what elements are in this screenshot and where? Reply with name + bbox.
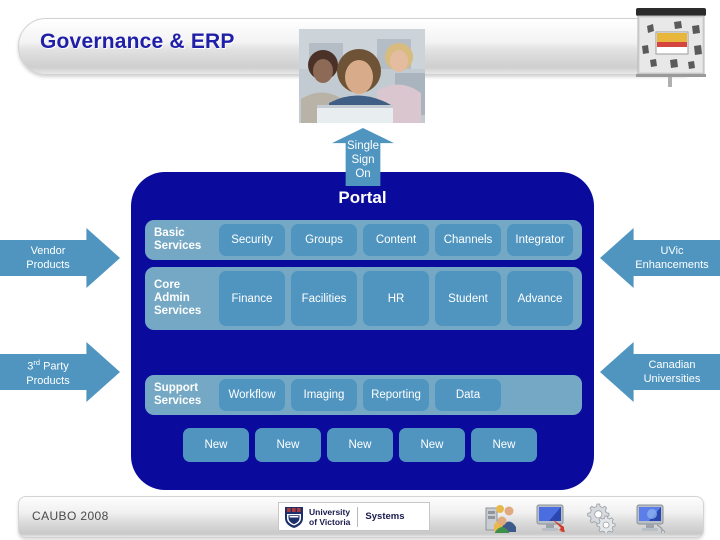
new-services-row: New New New New New <box>183 428 594 462</box>
projection-screen-icon <box>630 2 716 90</box>
portal-panel: Portal Basic Services Security Groups Co… <box>131 172 594 490</box>
arrow-vendor-products: Vendor Products <box>0 228 120 288</box>
chip-hr[interactable]: HR <box>363 271 429 326</box>
arrow-canadian-universities: Canadian Universities <box>600 342 720 402</box>
chip-integrator[interactable]: Integrator <box>507 224 573 256</box>
gears-icon <box>587 503 616 533</box>
chip-data[interactable]: Data <box>435 379 501 411</box>
arrow-vendor-products-label: Vendor Products <box>26 245 70 271</box>
chip-security[interactable]: Security <box>219 224 285 256</box>
chip-new[interactable]: New <box>255 428 321 462</box>
service-row-core-admin: Core Admin Services Finance Facilities H… <box>145 267 582 330</box>
arrow-uvic-enhancements: UVic Enhancements <box>600 228 720 288</box>
service-row-basic: Basic Services Security Groups Content C… <box>145 220 582 260</box>
chip-content[interactable]: Content <box>363 224 429 256</box>
chip-new[interactable]: New <box>327 428 393 462</box>
chip-student[interactable]: Student <box>435 271 501 326</box>
row-label-support-services: Support Services <box>154 382 202 407</box>
chip-finance[interactable]: Finance <box>219 271 285 326</box>
uvic-crest-icon <box>285 506 303 528</box>
students-at-computers-photo <box>299 29 425 123</box>
arrow-third-party-products: 3rd Party Products <box>0 342 120 402</box>
chip-new[interactable]: New <box>471 428 537 462</box>
chip-new[interactable]: New <box>183 428 249 462</box>
chip-facilities[interactable]: Facilities <box>291 271 357 326</box>
arrow-canadian-universities-label: Canadian Universities <box>643 359 701 385</box>
uvic-name-label: University of Victoria <box>309 506 351 527</box>
monitor-arrow-icon <box>536 504 565 532</box>
page-title: Governance & ERP <box>40 30 235 53</box>
chip-new[interactable]: New <box>399 428 465 462</box>
arrow-third-party-products-label: 3rd Party Products <box>26 358 70 387</box>
service-row-support: Support Services Workflow Imaging Report… <box>145 375 582 415</box>
row-label-basic-services: Basic Services <box>154 227 202 252</box>
footer-conference-label: CAUBO 2008 <box>32 509 109 523</box>
single-sign-on-arrow: Single Sign On <box>332 128 394 186</box>
chip-reporting[interactable]: Reporting <box>363 379 429 411</box>
uvic-systems-label: Systems <box>365 511 405 522</box>
chip-channels[interactable]: Channels <box>435 224 501 256</box>
uvic-systems-logo: University of Victoria Systems <box>278 502 430 531</box>
row-label-core-admin-services: Core Admin Services <box>154 279 202 317</box>
chip-imaging[interactable]: Imaging <box>291 379 357 411</box>
chip-advance[interactable]: Advance <box>507 271 573 326</box>
chip-workflow[interactable]: Workflow <box>219 379 285 411</box>
users-group-icon <box>485 505 516 533</box>
arrow-uvic-enhancements-label: UVic Enhancements <box>635 245 709 271</box>
logo-divider <box>357 506 359 527</box>
footer-icon-strip <box>485 500 685 534</box>
monitor-network-icon <box>636 504 665 533</box>
portal-title: Portal <box>338 188 387 207</box>
chip-groups[interactable]: Groups <box>291 224 357 256</box>
